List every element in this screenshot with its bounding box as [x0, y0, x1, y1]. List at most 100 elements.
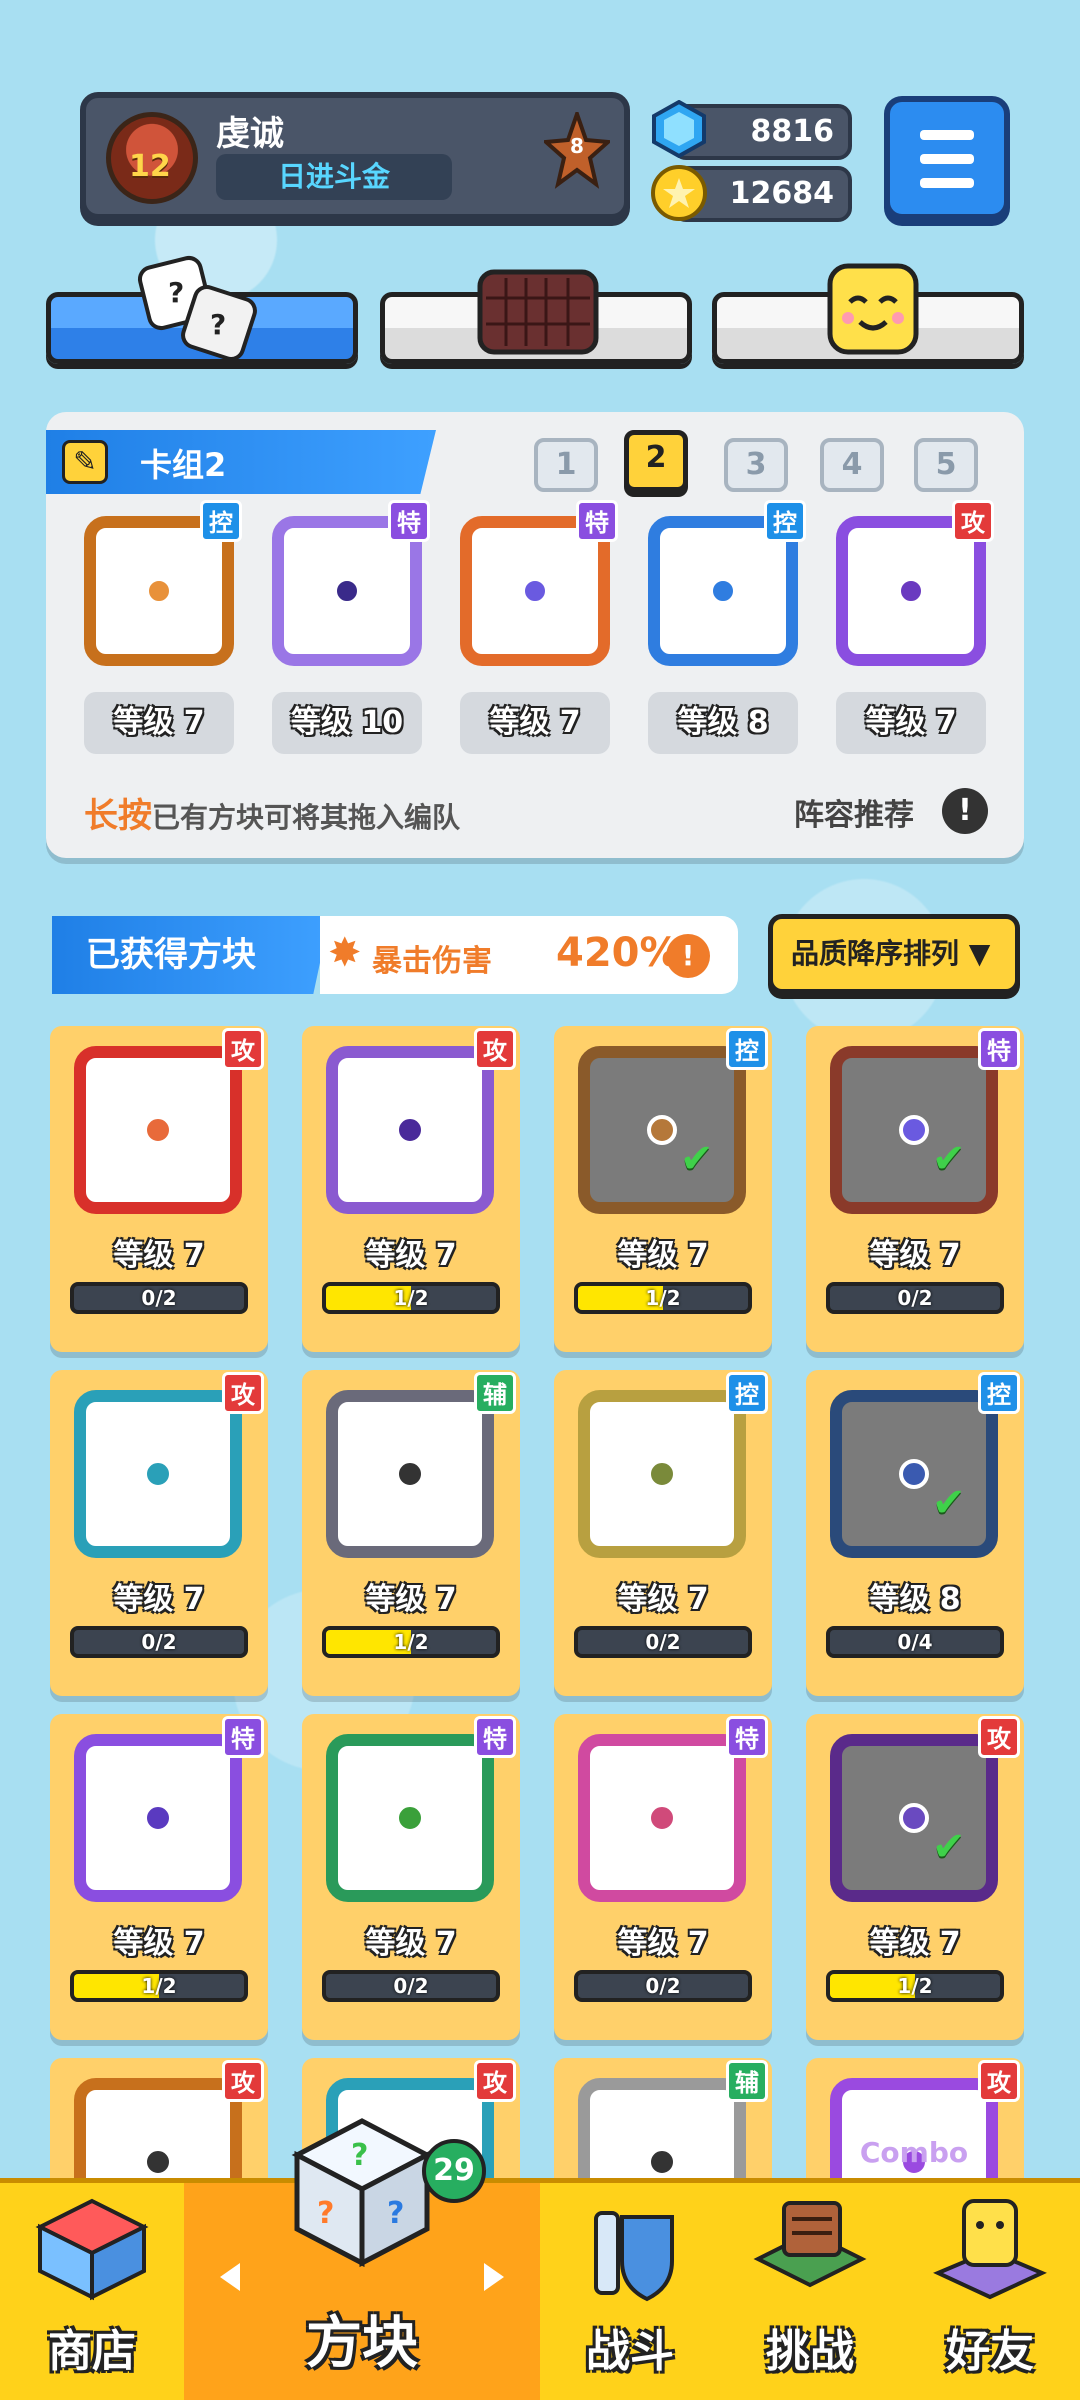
block-art [578, 1734, 746, 1902]
lineup-recommend-label[interactable]: 阵容推荐 [794, 790, 914, 834]
check-icon: ✔ [932, 1480, 966, 1526]
type-badge: 特 [978, 1028, 1020, 1070]
block-art [830, 1390, 998, 1558]
avatar[interactable]: 12 [106, 112, 198, 204]
player-name: 虔诚 [216, 114, 284, 154]
dice-icon: ? ? [134, 248, 264, 368]
crit-damage-box[interactable]: ✸ 暴击伤害 420% ! [320, 916, 738, 994]
progress-text: 1/2 [393, 1286, 429, 1310]
gem-icon [650, 99, 708, 159]
block-card[interactable]: 特 ✔ 等级 7 0/2 [806, 1026, 1024, 1352]
block-dot-icon [395, 1115, 425, 1145]
deck-slot-card[interactable]: 控 [648, 500, 806, 666]
block-art [74, 1046, 242, 1214]
block-card[interactable]: 攻等级 7 0/2 [50, 1370, 268, 1696]
arrow-right-icon[interactable] [484, 2263, 504, 2291]
block-card[interactable]: 攻等级 7 1/2 [302, 1026, 520, 1352]
deck-header[interactable]: ✎ 卡组2 [46, 430, 436, 494]
sword-shield-icon [570, 2193, 690, 2303]
block-card[interactable]: 特等级 7 0/2 [554, 1714, 772, 2040]
block-card[interactable]: 攻 ✔ 等级 7 1/2 [806, 1714, 1024, 2040]
block-level: 等级 8 [869, 1582, 961, 1617]
block-art [326, 1390, 494, 1558]
block-art [830, 1046, 998, 1214]
block-level: 等级 7 [365, 1926, 457, 1961]
block-level: 等级 7 [113, 1238, 205, 1273]
svg-text:?: ? [387, 2196, 404, 2231]
upgrade-progress-bar: 0/2 [574, 1626, 752, 1658]
block-card[interactable]: 攻等级 7 0/2 [50, 1026, 268, 1352]
edit-pencil-icon[interactable]: ✎ [62, 440, 108, 484]
block-art [74, 1734, 242, 1902]
deck-slot-card[interactable]: 控 [84, 500, 242, 666]
block-dot-icon [897, 577, 925, 605]
block-card[interactable]: 特等级 7 1/2 [50, 1714, 268, 2040]
crit-value: 420% [556, 930, 680, 976]
deck-number-1[interactable]: 1 [534, 438, 598, 492]
block-card[interactable]: 特等级 7 0/2 [302, 1714, 520, 2040]
deck-slot-card[interactable]: 攻 [836, 500, 994, 666]
type-badge: 辅 [474, 1372, 516, 1414]
type-badge: 特 [222, 1716, 264, 1758]
type-badge: 攻 [222, 1028, 264, 1070]
deck-number-5[interactable]: 5 [914, 438, 978, 492]
block-dot-icon [143, 2147, 173, 2177]
svg-text:?: ? [210, 308, 226, 341]
block-dot-icon [899, 1803, 929, 1833]
hint-highlight: 长按 [84, 796, 152, 836]
upgrade-progress-bar: 1/2 [322, 1626, 500, 1658]
block-art [74, 1390, 242, 1558]
block-dot-icon [521, 577, 549, 605]
obtained-blocks-title: 已获得方块 [52, 916, 330, 994]
upgrade-progress-bar: 1/2 [70, 1970, 248, 2002]
block-dot-icon [899, 1115, 929, 1145]
type-badge: 特 [576, 500, 618, 542]
profile-panel[interactable]: 12 虔诚 日进斗金 8 [80, 92, 630, 220]
drag-hint: 长按已有方块可将其拖入编队 [84, 788, 460, 837]
nav-blocks-label: 方块 [306, 2311, 418, 2376]
type-badge: 控 [764, 500, 806, 542]
nav-shop-label: 商店 [48, 2326, 136, 2377]
type-badge: 控 [200, 500, 242, 542]
block-card[interactable]: 控等级 7 0/2 [554, 1370, 772, 1696]
block-level: 等级 7 [365, 1238, 457, 1273]
block-card[interactable]: 控 ✔ 等级 7 1/2 [554, 1026, 772, 1352]
block-card[interactable]: 控 ✔ 等级 8 0/4 [806, 1370, 1024, 1696]
nav-friends[interactable]: 好友 [900, 2183, 1080, 2400]
deck-number-4[interactable]: 4 [820, 438, 884, 492]
board-icon [476, 268, 600, 356]
challenge-board-icon [750, 2193, 870, 2303]
svg-text:?: ? [168, 276, 184, 309]
deck-slot-level: 等级 10 [272, 692, 422, 754]
progress-text: 0/2 [141, 1286, 177, 1310]
nav-blocks[interactable]: ? ? ? 29 方块 [184, 2118, 540, 2400]
hint-text: 已有方块可将其拖入编队 [152, 801, 461, 834]
svg-text:?: ? [317, 2196, 334, 2231]
deck-slot-card[interactable]: 特 [272, 500, 430, 666]
smiley-icon [826, 262, 920, 356]
block-dot-icon [647, 1459, 677, 1489]
info-icon[interactable]: ! [942, 788, 988, 834]
nav-battle[interactable]: 战斗 [540, 2183, 720, 2400]
block-card[interactable]: 辅等级 7 1/2 [302, 1370, 520, 1696]
block-art [578, 1390, 746, 1558]
rank-star-icon[interactable]: 8 [541, 107, 613, 198]
nav-challenge[interactable]: 挑战 [720, 2183, 900, 2400]
info-icon[interactable]: ! [666, 934, 710, 978]
arrow-left-icon[interactable] [220, 2263, 240, 2291]
type-badge: 辅 [726, 2060, 768, 2102]
deck-number-2[interactable]: 2 [624, 430, 688, 492]
player-title: 日进斗金 [216, 154, 452, 200]
upgrade-progress-bar: 0/2 [322, 1970, 500, 2002]
blocks-count-badge: 29 [422, 2139, 486, 2203]
sort-button[interactable]: 品质降序排列 ▼ [768, 914, 1020, 994]
friend-character-icon [930, 2193, 1050, 2303]
deck-slot-card[interactable]: 特 [460, 500, 618, 666]
type-badge: 攻 [978, 2060, 1020, 2102]
deck-number-3[interactable]: 3 [724, 438, 788, 492]
menu-button[interactable] [884, 96, 1010, 220]
upgrade-progress-bar: 1/2 [826, 1970, 1004, 2002]
nav-shop[interactable]: 商店 [0, 2183, 184, 2400]
deck-slot-level: 等级 7 [460, 692, 610, 754]
type-badge: 控 [726, 1028, 768, 1070]
